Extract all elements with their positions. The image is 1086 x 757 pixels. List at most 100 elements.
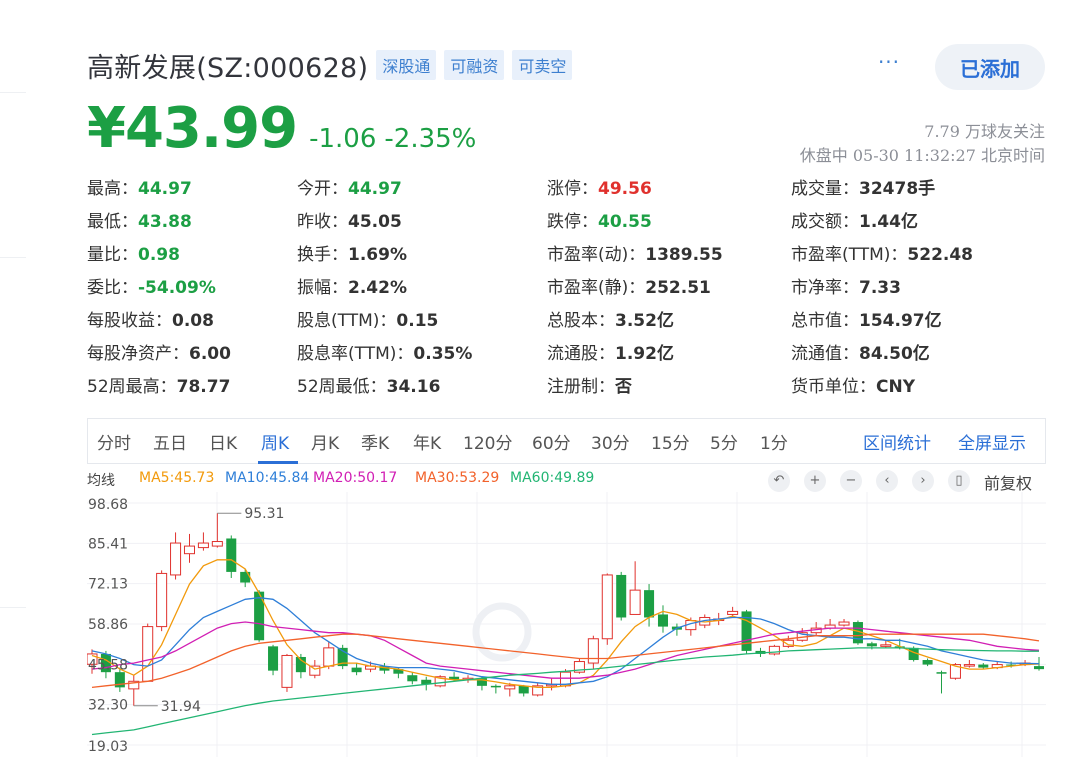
quote-separator: ： [581,179,598,199]
quote-value: 522.48 [907,245,974,265]
candle-body [866,643,877,647]
kline-chart[interactable]: 98.68 85.41 72.13 58.86 45.58 32.30 19.03 95.31… [87,492,1046,757]
quote-label: 成交额 [791,212,842,232]
quote-label: 今开 [297,179,331,199]
quote-item: 成交量：32478手 [791,174,935,199]
quote-value: 252.51 [645,278,711,298]
candle-body [922,660,933,665]
quote-item: 股息(TTM)：0.15 [297,306,438,331]
tag-margin-financing[interactable]: 可融资 [444,50,505,80]
zoom-out-icon[interactable]: − [840,470,862,492]
fullscreen-link[interactable]: 全屏显示 [958,429,1026,454]
quote-label: 涨停 [547,179,581,199]
scroll-left-icon[interactable]: ‹ [876,470,898,492]
quote-label: 每股净资产 [87,344,172,364]
quote-item: 注册制：否 [547,372,632,397]
tag-short-selling[interactable]: 可卖空 [512,50,573,80]
quote-item: 总市值：154.97亿 [791,306,942,331]
quote-item: 涨停：49.56 [547,174,652,199]
quote-label: 昨收 [297,212,331,232]
quote-label: 委比 [87,278,121,298]
quote-value: 否 [615,377,632,397]
moving-average-legend: 均线 MA5:45.73 MA10:45.84 MA20:50.17 MA30:53.2… [87,466,1046,494]
quote-value: 0.35% [413,344,473,364]
candle-body [407,675,418,682]
tab-period-10[interactable]: 15分 [651,429,690,454]
quote-value: 0.08 [172,311,214,331]
quote-label: 量比 [87,245,121,265]
quote-label: 振幅 [297,278,331,298]
quote-value: 40.55 [598,212,652,232]
tab-period-0[interactable]: 分时 [97,429,131,454]
tag-shengutong[interactable]: 深股通 [376,50,437,80]
quote-item: 货币单位：CNY [791,372,915,397]
quote-item: 昨收：45.05 [297,207,402,232]
annotation-label: 95.31 [244,506,284,522]
quote-label: 总股本 [547,311,598,331]
quote-separator: ： [842,212,859,232]
stock-name: 高新发展(SZ:000628) [87,52,369,84]
quote-separator: ： [842,311,859,331]
quote-separator: ： [379,311,397,331]
candle-body [211,541,223,547]
ma-legend-item: MA5:45.73 [139,470,215,486]
quote-item: 换手：1.69% [297,240,407,265]
price-change-percent: -2.35% [384,124,477,154]
y-axis-tick-label: 32.30 [88,698,128,714]
tab-period-2[interactable]: 日K [209,429,237,454]
quote-item: 流通股：1.92亿 [547,339,674,364]
quote-value: 43.88 [138,212,192,232]
tab-period-12[interactable]: 1分 [760,429,788,454]
tab-period-9[interactable]: 30分 [591,429,630,454]
candle-type-icon[interactable]: ▯ [948,470,970,492]
tab-period-8[interactable]: 60分 [532,429,571,454]
tab-period-7[interactable]: 120分 [463,429,512,454]
quote-value: 1389.55 [645,245,723,265]
quote-value: 84.50亿 [859,344,930,364]
market-status-time: 休盘中 05-30 11:32:27 北京时间 [799,146,1045,165]
quote-label: 市净率 [791,278,842,298]
scroll-right-icon[interactable]: › [912,470,934,492]
quote-value: -54.09% [138,278,216,298]
y-axis-tick-label: 19.03 [88,739,128,755]
quote-label: 换手 [297,245,331,265]
candle-body [504,685,516,690]
zoom-in-icon[interactable]: + [804,470,826,492]
tab-period-1[interactable]: 五日 [153,429,187,454]
tab-period-3[interactable]: 周K [261,429,289,454]
tab-period-6[interactable]: 年K [413,429,441,454]
quote-label: 成交量 [791,179,842,199]
price-adjust-toggle[interactable]: 前复权 [984,470,1032,494]
tab-period-5[interactable]: 季K [361,429,389,454]
candle-body [978,664,989,668]
added-to-watchlist-button[interactable]: 已添加 [935,44,1045,90]
range-stats-link[interactable]: 区间统计 [863,429,931,454]
quote-label: 52周最高 [87,377,160,397]
quote-separator: ： [628,245,646,265]
quote-label: 流通值 [791,344,842,364]
quote-item: 市盈率(动)：1389.55 [547,240,723,265]
quote-value: 154.97亿 [859,311,942,331]
quote-value: CNY [876,377,916,397]
quote-item: 总股本：3.52亿 [547,306,674,331]
quote-item: 52周最高：78.77 [87,372,230,397]
active-tab-underline [258,461,298,464]
quote-value: 32478手 [859,179,936,199]
tab-period-4[interactable]: 月K [311,429,339,454]
y-axis-tick-label: 45.58 [88,657,128,673]
candle-body [587,638,599,664]
y-axis-tick-label: 72.13 [88,577,128,593]
quote-value: 0.15 [396,311,439,331]
more-options-icon[interactable]: ··· [876,52,902,76]
candle-body [838,621,850,626]
kline-chart-svg[interactable]: 98.68 85.41 72.13 58.86 45.58 32.30 19.03 95.31… [87,492,1046,757]
quote-label: 总市值 [791,311,842,331]
followers-count: 7.79 万球友关注 [924,122,1045,141]
candle-body [490,685,501,688]
tab-period-11[interactable]: 5分 [710,429,738,454]
quote-value: 1.69% [348,245,407,265]
quote-item: 市盈率(TTM)：522.48 [791,240,973,265]
quote-label: 跌停 [547,212,581,232]
undo-icon[interactable]: ↶ [768,470,790,492]
quote-separator: ： [331,278,348,298]
